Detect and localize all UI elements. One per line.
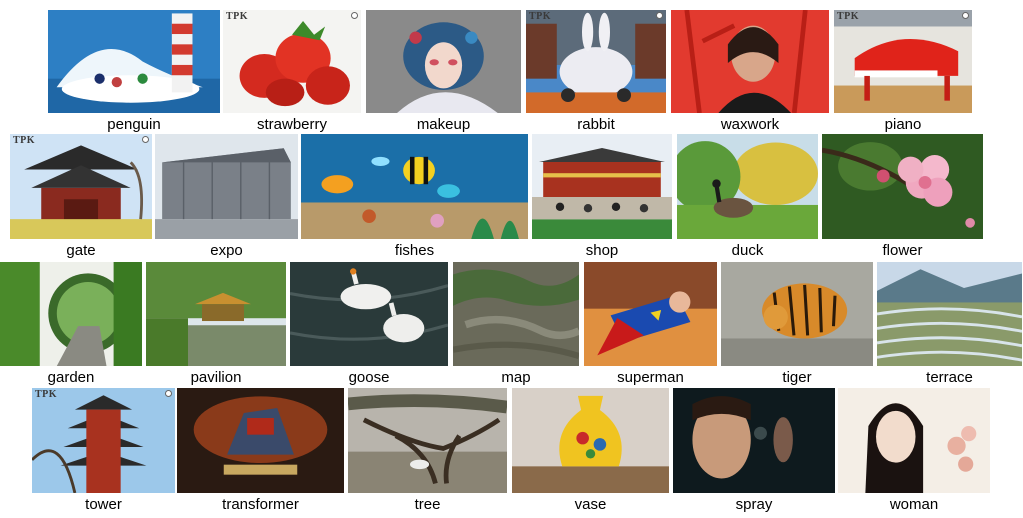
- caption-transformer: transformer: [222, 496, 299, 513]
- watermark-text: TPK: [837, 11, 860, 22]
- photo-superman: [584, 262, 717, 366]
- watermark-dot-icon: [351, 12, 358, 19]
- caption-rabbit: rabbit: [577, 116, 615, 133]
- caption-spray: spray: [735, 496, 773, 513]
- caption-garden: garden: [47, 369, 95, 386]
- caption-duck: duck: [731, 242, 764, 259]
- photo-shop: [532, 134, 672, 239]
- caption-penguin: penguin: [107, 116, 161, 133]
- caption-vase: vase: [574, 496, 607, 513]
- caption-waxwork: waxwork: [720, 116, 780, 133]
- watermark-text: TPK: [35, 389, 58, 400]
- photo-spray: [673, 388, 835, 493]
- caption-map: map: [501, 369, 531, 386]
- caption-tower: tower: [85, 496, 122, 513]
- watermark-dot-icon: [656, 12, 663, 19]
- watermark-dot-icon: [142, 136, 149, 143]
- photo-piano: TPK: [834, 10, 972, 113]
- caption-pavilion: pavilion: [190, 369, 242, 386]
- caption-expo: expo: [210, 242, 243, 259]
- photo-makeup: [366, 10, 521, 113]
- watermark-dot-icon: [165, 390, 172, 397]
- photo-rabbit: TPK: [526, 10, 666, 113]
- caption-woman: woman: [889, 496, 939, 513]
- caption-tree: tree: [414, 496, 441, 513]
- watermark-dot-icon: [962, 12, 969, 19]
- caption-shop: shop: [585, 242, 619, 259]
- photo-tree: [348, 388, 507, 493]
- watermark-text: TPK: [529, 11, 552, 22]
- photo-gate: TPK: [10, 134, 152, 239]
- caption-superman: superman: [617, 369, 684, 386]
- caption-makeup: makeup: [416, 116, 471, 133]
- photo-penguin: [48, 10, 220, 113]
- photo-waxwork: [671, 10, 829, 113]
- photo-duck: [677, 134, 818, 239]
- photo-terrace: [877, 262, 1022, 366]
- photo-tower: TPK: [32, 388, 175, 493]
- photo-vase: [512, 388, 669, 493]
- photo-flower: [822, 134, 983, 239]
- photo-fishes: [301, 134, 528, 239]
- photo-map: [453, 262, 579, 366]
- photo-transformer: [177, 388, 344, 493]
- caption-strawberry: strawberry: [256, 116, 327, 133]
- photo-expo: [155, 134, 298, 239]
- watermark-text: TPK: [226, 11, 249, 22]
- caption-terrace: terrace: [926, 369, 973, 386]
- photo-pavilion: [146, 262, 286, 366]
- caption-goose: goose: [348, 369, 390, 386]
- photo-strawberry: TPK: [223, 10, 361, 113]
- caption-tiger: tiger: [782, 369, 812, 386]
- photo-tiger: [721, 262, 873, 366]
- caption-gate: gate: [66, 242, 96, 259]
- caption-flower: flower: [882, 242, 923, 259]
- photo-goose: [290, 262, 448, 366]
- watermark-text: TPK: [13, 135, 36, 146]
- caption-piano: piano: [884, 116, 922, 133]
- caption-fishes: fishes: [394, 242, 435, 259]
- photo-garden: [0, 262, 142, 366]
- photo-woman: [838, 388, 990, 493]
